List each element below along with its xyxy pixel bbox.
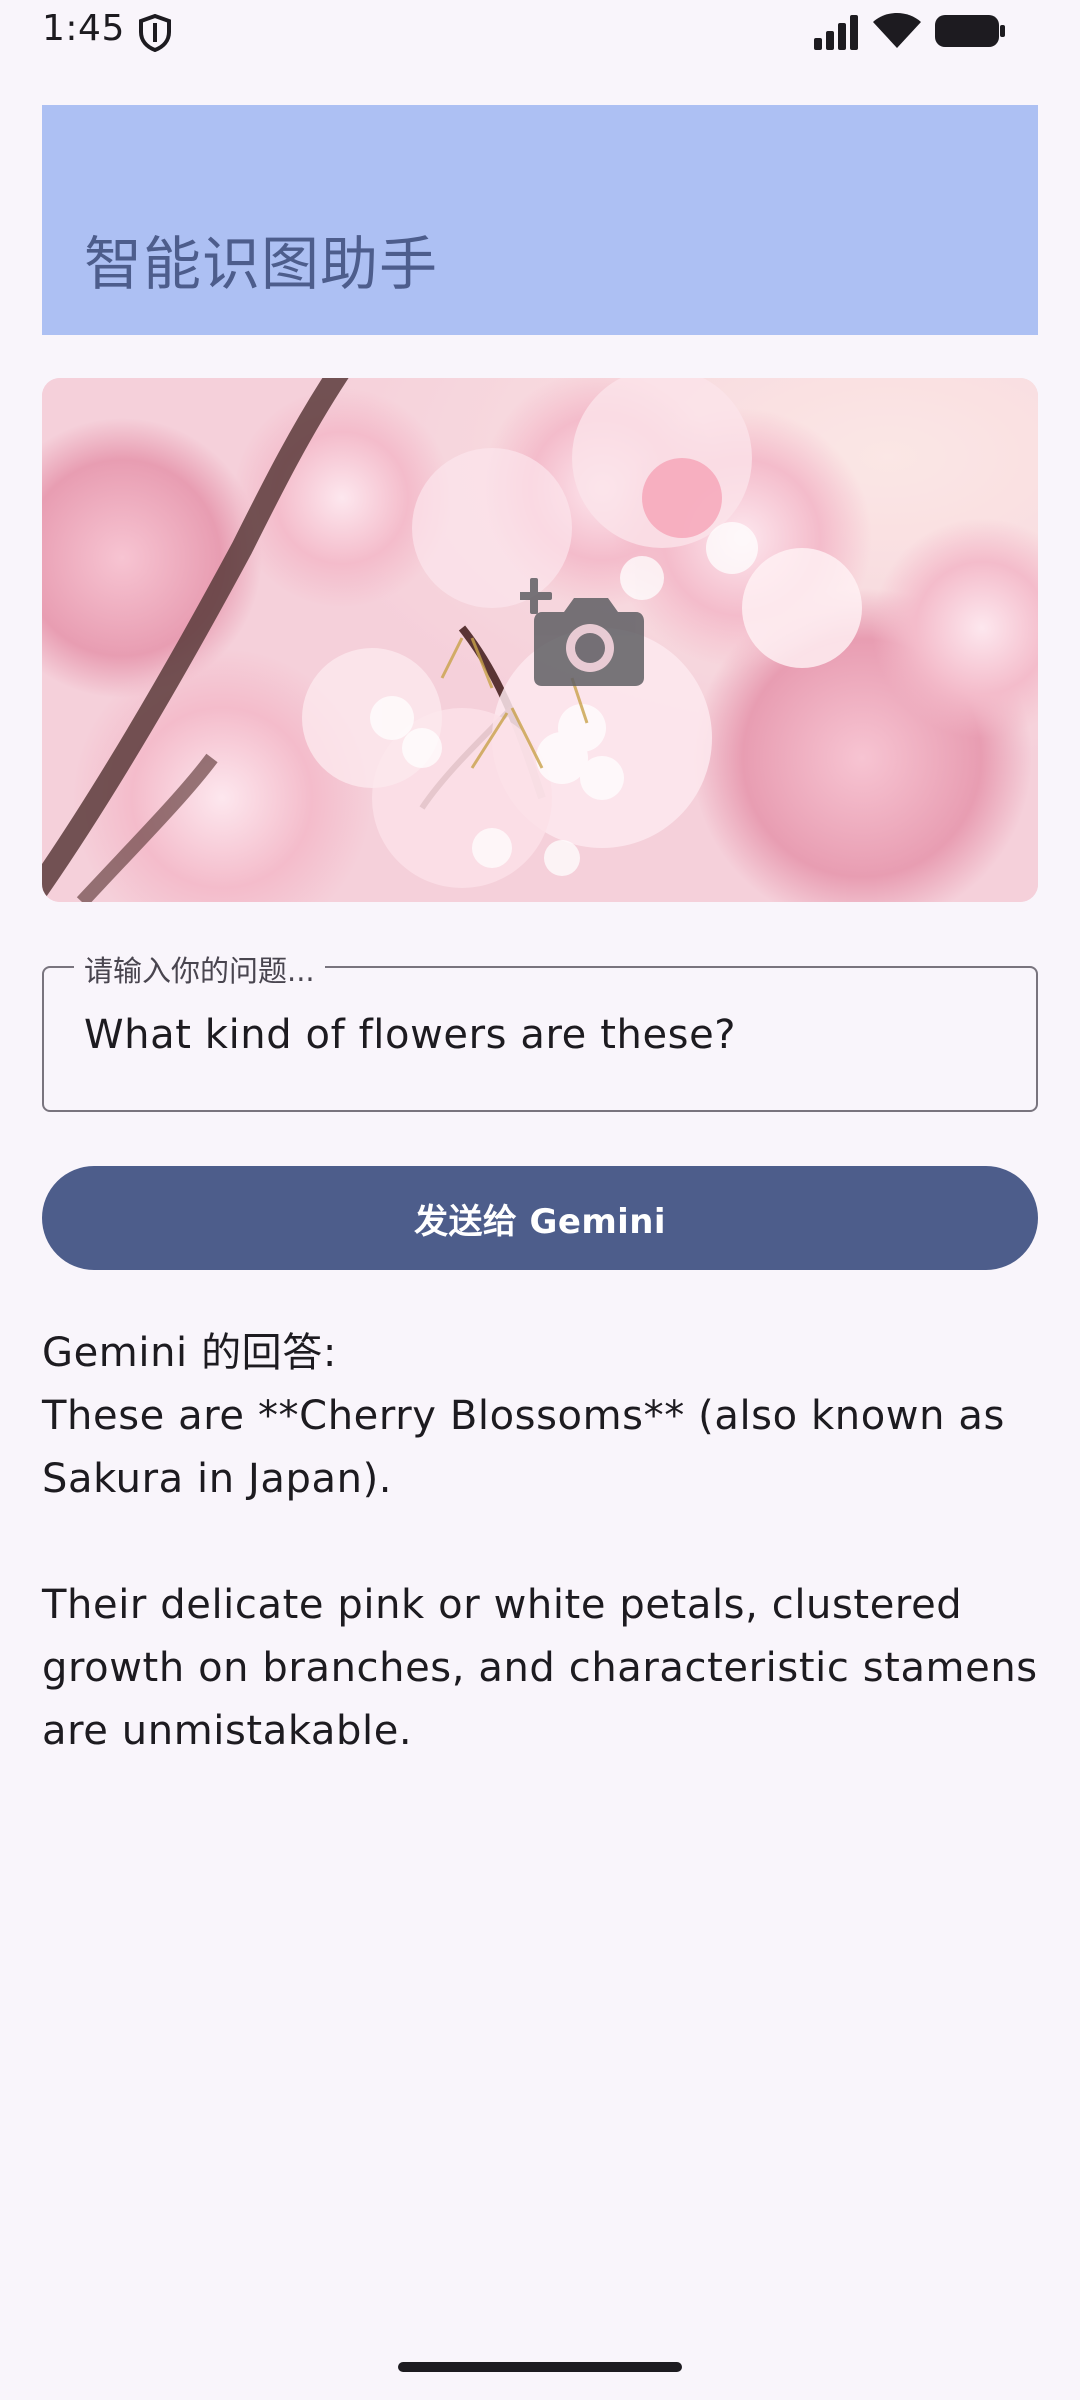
- signal-icon: [814, 15, 858, 50]
- shield-icon: [139, 14, 171, 52]
- image-picker-card[interactable]: [42, 378, 1038, 902]
- app-header: 智能识图助手: [42, 105, 1038, 335]
- send-button-label: 发送给 Gemini: [414, 1201, 666, 1242]
- home-indicator[interactable]: [398, 2362, 682, 2372]
- answer-line-1: These are **Cherry Blossoms** (also know…: [42, 1393, 1005, 1502]
- status-time: 1:45: [42, 8, 125, 49]
- question-input-label: 请输入你的问题...: [74, 948, 325, 990]
- screen: 1:45 智能识图助手 请输入你的问题... What kind of flow…: [0, 0, 1080, 2400]
- answer-line-2: Their delicate pink or white petals, clu…: [42, 1582, 1038, 1754]
- wifi-icon: [873, 13, 921, 48]
- answer-spacer: [42, 1511, 1042, 1574]
- answer-heading: Gemini 的回答:: [42, 1330, 337, 1376]
- question-input[interactable]: 请输入你的问题... What kind of flowers are thes…: [42, 948, 1038, 1112]
- status-bar: 1:45: [0, 0, 1080, 64]
- add-photo-camera-icon[interactable]: [520, 578, 644, 688]
- question-input-value[interactable]: What kind of flowers are these?: [84, 1012, 736, 1058]
- battery-icon: [935, 15, 1005, 47]
- send-to-gemini-button[interactable]: 发送给 Gemini: [42, 1166, 1038, 1270]
- app-title: 智能识图助手: [84, 230, 439, 298]
- answer-text: Gemini 的回答: These are **Cherry Blossoms*…: [42, 1322, 1042, 1763]
